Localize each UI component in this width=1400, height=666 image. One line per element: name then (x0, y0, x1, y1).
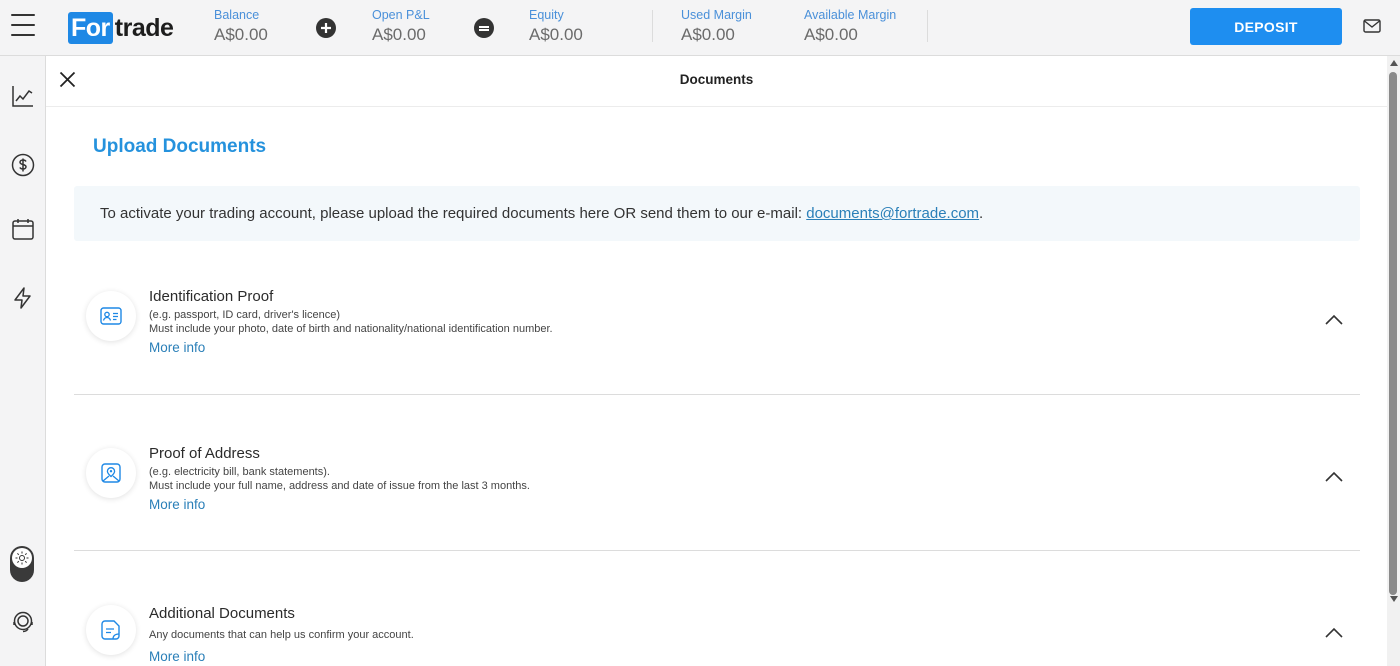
mail-icon[interactable] (1363, 19, 1381, 33)
doc-item-identification[interactable]: Identification Proof (e.g. passport, ID … (74, 286, 1360, 396)
chevron-up-icon[interactable] (1324, 313, 1344, 325)
scroll-up-arrow-icon[interactable] (1390, 60, 1398, 66)
top-bar: For trade Balance A$0.00 Open P&L A$0.00… (0, 0, 1400, 56)
page-title: Documents (679, 72, 754, 87)
documents-panel: Documents Upload Documents To activate y… (46, 56, 1387, 666)
used-margin-stat: Used Margin A$0.00 (681, 7, 752, 46)
chevron-up-icon[interactable] (1324, 470, 1344, 482)
scrollbar-thumb[interactable] (1389, 72, 1397, 595)
doc-desc-line-1: (e.g. electricity bill, bank statements)… (149, 466, 330, 478)
divider (927, 10, 928, 42)
notice-end: . (979, 205, 984, 222)
more-info-link[interactable]: More info (149, 340, 205, 355)
doc-desc-line-1: (e.g. passport, ID card, driver's licenc… (149, 309, 341, 321)
sidebar (0, 56, 46, 666)
upload-documents-heading: Upload Documents (93, 136, 267, 157)
open-pl-value: A$0.00 (372, 25, 426, 44)
notice-body: To activate your trading account, please… (100, 205, 807, 222)
chart-line-icon[interactable] (11, 84, 35, 108)
balance-label: Balance (214, 8, 260, 22)
open-pl-stat: Open P&L A$0.00 (372, 7, 430, 46)
doc-item-additional[interactable]: Additional Documents Any documents that … (74, 603, 1360, 666)
used-margin-value: A$0.00 (681, 25, 735, 44)
deposit-button[interactable]: DEPOSIT (1190, 8, 1342, 45)
map-pin-icon (86, 448, 136, 498)
divider (652, 10, 653, 42)
balance-stat: Balance A$0.00 (214, 7, 268, 46)
theme-toggle-icon[interactable] (10, 546, 34, 582)
available-margin-label: Available Margin (804, 8, 897, 22)
plus-circle-icon[interactable] (316, 18, 336, 38)
dollar-circle-icon[interactable] (11, 153, 35, 177)
available-margin-stat: Available Margin A$0.00 (804, 7, 896, 46)
email-link[interactable]: documents@fortrade.com (806, 205, 979, 222)
divider (74, 394, 1360, 395)
document-icon (86, 605, 136, 655)
doc-item-proof-of-address[interactable]: Proof of Address (e.g. electricity bill,… (74, 443, 1360, 553)
sun-icon (12, 548, 32, 568)
doc-title: Identification Proof (149, 288, 274, 305)
more-info-link[interactable]: More info (149, 497, 205, 512)
doc-desc-line-2: Must include your full name, address and… (149, 480, 530, 492)
equals-circle-icon[interactable] (474, 18, 494, 38)
open-pl-label: Open P&L (372, 8, 430, 22)
equity-value: A$0.00 (529, 25, 583, 44)
doc-title: Additional Documents (149, 605, 295, 622)
scrollbar[interactable] (1387, 56, 1400, 666)
divider (74, 550, 1360, 551)
chevron-up-icon[interactable] (1324, 626, 1344, 638)
fortrade-logo[interactable]: For trade (68, 12, 174, 44)
used-margin-label: Used Margin (681, 8, 752, 22)
menu-icon[interactable] (11, 14, 35, 38)
more-info-link[interactable]: More info (149, 649, 205, 664)
available-margin-value: A$0.00 (804, 25, 858, 44)
lightning-icon[interactable] (11, 286, 35, 310)
activation-notice: To activate your trading account, please… (74, 186, 1360, 241)
equity-label: Equity (529, 8, 564, 22)
logo-part-2: trade (114, 13, 174, 42)
balance-value: A$0.00 (214, 25, 268, 44)
doc-desc-line-1: Any documents that can help us confirm y… (149, 629, 414, 641)
support-headset-icon[interactable] (11, 610, 35, 634)
calendar-icon[interactable] (11, 217, 35, 241)
equity-stat: Equity A$0.00 (529, 7, 583, 46)
doc-desc-line-2: Must include your photo, date of birth a… (149, 323, 553, 335)
scroll-down-arrow-icon[interactable] (1390, 596, 1398, 602)
id-card-icon (86, 291, 136, 341)
panel-header: Documents (46, 56, 1387, 107)
logo-part-1: For (68, 12, 113, 44)
doc-title: Proof of Address (149, 445, 260, 462)
notice-text: To activate your trading account, please… (100, 205, 983, 222)
